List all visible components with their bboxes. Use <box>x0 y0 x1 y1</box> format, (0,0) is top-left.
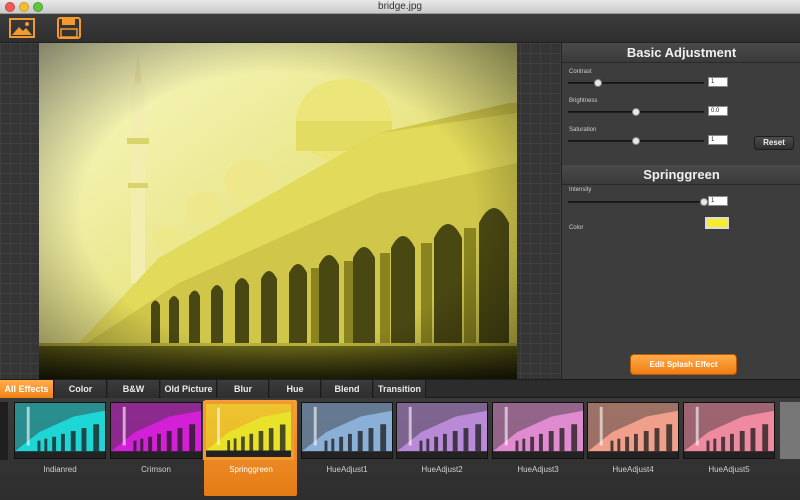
brightness-slider[interactable] <box>568 108 704 116</box>
brightness-label: Brightness <box>569 98 598 104</box>
saturation-label: Saturation <box>569 127 597 133</box>
intensity-value-field[interactable]: 1 <box>708 196 728 206</box>
strip-next-thumbnail[interactable] <box>780 402 800 459</box>
saturation-value-field[interactable]: 1 <box>708 135 728 145</box>
tab-transition[interactable]: Transition <box>374 380 426 399</box>
effect-thumbnail[interactable] <box>301 402 393 459</box>
effect-thumbnail[interactable] <box>587 402 679 459</box>
adjustment-panel: Basic Adjustment Contrast 1 Brightness 0… <box>561 43 800 379</box>
tab-all-effects[interactable]: All Effects <box>0 380 54 399</box>
app-window: bridge.jpg Basic Adjustment Contrast 1 B… <box>0 0 800 500</box>
tab-old-picture[interactable]: Old Picture <box>161 380 217 399</box>
brightness-value-field[interactable]: 0.0 <box>708 106 728 116</box>
contrast-slider-knob[interactable] <box>593 79 602 87</box>
toolbar <box>0 14 800 43</box>
open-image-button[interactable] <box>8 17 36 39</box>
brightness-slider-knob[interactable] <box>632 108 640 116</box>
effects-strip: Indianred Crimson Springgreen HueAdjust1 Hue… <box>0 398 800 500</box>
strip-left-edge <box>0 402 8 460</box>
tab-blend[interactable]: Blend <box>322 380 373 399</box>
reset-button[interactable]: Reset <box>754 136 794 150</box>
effect-label: HueAdjust2 <box>421 465 463 474</box>
contrast-slider[interactable] <box>568 79 704 87</box>
color-label: Color <box>569 225 584 231</box>
image-icon <box>9 18 35 38</box>
effect-label: HueAdjust4 <box>612 465 654 474</box>
photo-preview[interactable] <box>39 43 517 379</box>
effect-thumbnail[interactable] <box>492 402 584 459</box>
intensity-slider[interactable] <box>568 198 708 206</box>
effect-label: Crimson <box>141 465 171 474</box>
color-swatch[interactable] <box>705 217 729 229</box>
tab-hue[interactable]: Hue <box>270 380 321 399</box>
effect-thumbnail[interactable] <box>396 402 488 459</box>
intensity-slider-knob[interactable] <box>700 198 708 206</box>
tab-color[interactable]: Color <box>55 380 107 399</box>
window-title: bridge.jpg <box>378 1 422 12</box>
effect-label: HueAdjust1 <box>326 465 368 474</box>
contrast-value-field[interactable]: 1 <box>708 77 728 87</box>
edit-splash-effect-button[interactable]: Edit Splash Effect <box>630 354 737 375</box>
tab-b-w[interactable]: B&W <box>108 380 160 399</box>
effect-section: Springgreen Intensity 1 Color <box>562 165 800 255</box>
floppy-disk-icon <box>57 17 81 39</box>
effect-thumbnail[interactable] <box>203 401 294 460</box>
saturation-slider[interactable] <box>568 137 704 145</box>
contrast-label: Contrast <box>569 69 592 75</box>
title-bar: bridge.jpg <box>0 0 800 14</box>
mosque-photo <box>39 43 517 379</box>
effect-thumbnail[interactable] <box>14 402 106 459</box>
effect-label: Springgreen <box>229 465 273 474</box>
save-image-button[interactable] <box>55 17 83 39</box>
basic-adjustment-section: Basic Adjustment Contrast 1 Brightness 0… <box>562 43 800 163</box>
basic-adjustment-title: Basic Adjustment <box>562 43 800 63</box>
effect-title: Springgreen <box>562 165 800 185</box>
saturation-slider-knob[interactable] <box>632 137 640 145</box>
effect-label: Indianred <box>43 465 77 474</box>
canvas-area <box>0 43 561 379</box>
effect-label: HueAdjust3 <box>517 465 559 474</box>
tab-blur[interactable]: Blur <box>218 380 269 399</box>
effect-thumbnail[interactable] <box>110 402 202 459</box>
intensity-label: Intensity <box>569 187 592 193</box>
effect-thumbnail[interactable] <box>683 402 775 459</box>
effect-label: HueAdjust5 <box>708 465 750 474</box>
effect-category-tabs: All Effects Color B&W Old Picture Blur Hue Ble… <box>0 379 800 399</box>
